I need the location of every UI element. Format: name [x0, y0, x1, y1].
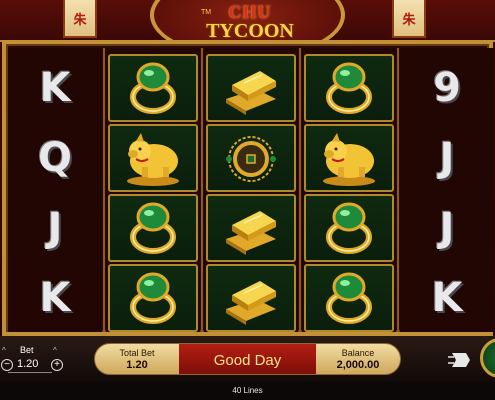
total-bet-value: 1.20	[126, 359, 148, 371]
card-symbol-letter: J	[47, 205, 63, 251]
gold-pig-icon	[323, 133, 375, 186]
card-symbol-letter: Q	[37, 135, 72, 181]
jade-ring-icon	[326, 272, 372, 324]
card-symbol-letter: K	[39, 275, 71, 321]
game-screen: 朱 朱 TM CHU TYCOON KQJK9JJK ^ ^ Bet − 1.2…	[0, 0, 495, 400]
jade-ring-icon	[130, 62, 176, 114]
bet-label: Bet	[20, 345, 34, 355]
message-box: Good Day	[179, 344, 316, 374]
game-logo: TM CHU TYCOON	[195, 2, 305, 44]
info-pill: Total Bet 1.20 Good Day Balance 2,000.00	[94, 343, 401, 375]
card-symbol: J	[10, 194, 100, 262]
logo-tycoon: TYCOON	[206, 20, 294, 42]
jade-ring-symbol	[108, 54, 198, 122]
jade-ring-icon	[130, 272, 176, 324]
reel-divider	[397, 48, 399, 332]
card-symbol: K	[10, 264, 100, 332]
total-bet-label: Total Bet	[119, 348, 155, 358]
jade-ring-icon	[326, 62, 372, 114]
message-text: Good Day	[213, 351, 282, 369]
chevron-up-icon: ^	[2, 346, 6, 355]
logo-chu: CHU	[228, 2, 272, 22]
gold-pig-symbol	[108, 124, 198, 192]
balance-label: Balance	[341, 348, 375, 358]
reels-frame: KQJK9JJK	[2, 40, 494, 336]
card-symbol: 9	[402, 54, 492, 122]
coin-pendant-symbol	[206, 124, 296, 192]
reel-divider	[103, 48, 105, 332]
reel-column	[106, 48, 203, 332]
card-symbol: J	[402, 194, 492, 262]
jade-ring-icon	[130, 202, 176, 254]
bet-value: 1.20	[17, 358, 39, 370]
gold-pig-symbol	[304, 124, 394, 192]
reel-column	[204, 48, 301, 332]
lantern-glyph: 朱	[402, 11, 416, 27]
reel-column: KQJK	[8, 48, 105, 332]
card-symbol: Q	[10, 124, 100, 192]
card-symbol-letter: 9	[433, 65, 461, 111]
bet-increase-button[interactable]: +	[51, 359, 63, 371]
gold-bars-icon	[226, 71, 276, 115]
gold-pig-icon	[127, 133, 179, 186]
turbo-icon[interactable]	[448, 349, 474, 371]
reel-divider	[299, 48, 301, 332]
jade-ring-symbol	[304, 264, 394, 332]
jade-ring-symbol	[304, 194, 394, 262]
gold-bars-icon	[226, 281, 276, 325]
card-symbol: J	[402, 124, 492, 192]
spin-button[interactable]	[480, 338, 495, 378]
card-symbol-letter: J	[439, 205, 455, 251]
card-symbol-letter: K	[431, 275, 463, 321]
reel-column: 9JJK	[400, 48, 494, 332]
balance-value: 2,000.00	[336, 359, 380, 371]
coin-pendant-icon	[226, 136, 276, 182]
footer-bar: 40 Lines	[0, 382, 495, 400]
bet-decrease-button[interactable]: −	[1, 359, 13, 371]
jade-ring-symbol	[304, 54, 394, 122]
card-symbol: K	[10, 54, 100, 122]
logo-trademark: TM	[201, 9, 212, 16]
lines-count: 40 Lines	[232, 386, 263, 395]
reel-column	[302, 48, 399, 332]
gold-bars-symbol	[206, 54, 296, 122]
reel-divider	[201, 48, 203, 332]
lantern-right: 朱	[392, 0, 426, 38]
card-symbol: K	[402, 264, 492, 332]
bet-underline	[8, 372, 52, 373]
card-symbol-letter: K	[39, 65, 71, 111]
jade-ring-icon	[326, 202, 372, 254]
chevron-up-icon: ^	[53, 346, 57, 355]
bottom-bar: ^ ^ Bet − 1.20 + Total Bet 1.20 Good Day…	[0, 336, 495, 382]
card-symbol-letter: J	[439, 135, 455, 181]
jade-ring-symbol	[108, 264, 198, 332]
lantern-glyph: 朱	[73, 11, 87, 27]
gold-bars-symbol	[206, 264, 296, 332]
jade-ring-symbol	[108, 194, 198, 262]
lantern-left: 朱	[63, 0, 97, 38]
gold-bars-symbol	[206, 194, 296, 262]
gold-bars-icon	[226, 211, 276, 255]
